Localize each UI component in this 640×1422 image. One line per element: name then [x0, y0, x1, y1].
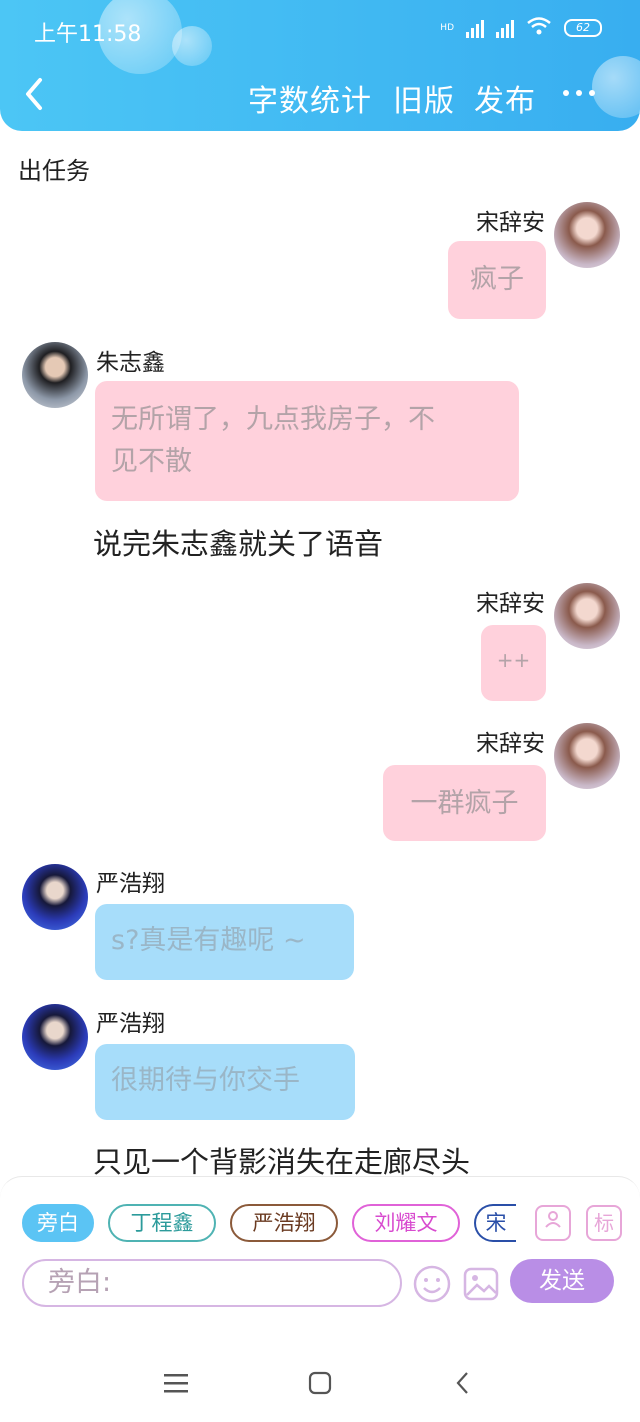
back-button[interactable] [20, 74, 50, 114]
decor-bubble [172, 26, 212, 66]
sender-name: 朱志鑫 [96, 350, 165, 376]
back-nav-icon[interactable] [454, 1371, 472, 1399]
home-icon[interactable] [308, 1371, 332, 1399]
message-input[interactable]: 旁白: [22, 1259, 402, 1307]
avatar[interactable] [22, 864, 88, 930]
signal-icon [466, 18, 484, 38]
old-version-button[interactable]: 旧版 [393, 76, 455, 120]
message-bubble: 一群疯子 [383, 765, 546, 841]
chat-area: 出任务 宋辞安 疯子 朱志鑫 无所谓了，九点我房子，不 见不散 说完朱志鑫就关了… [0, 131, 640, 1176]
avatar[interactable] [22, 1004, 88, 1070]
mark-button[interactable]: 标 [586, 1205, 622, 1241]
battery-icon: 62 [564, 19, 602, 37]
role-manage-icon[interactable] [535, 1205, 571, 1241]
message-bubble: 无所谓了，九点我房子，不 见不散 [95, 381, 519, 501]
message-bubble: ++ [481, 625, 546, 701]
avatar[interactable] [554, 583, 620, 649]
decor-bubble [592, 56, 640, 118]
message-line: 无所谓了，九点我房子，不 [111, 404, 435, 435]
sender-name: 宋辞安 [476, 210, 545, 236]
narration-text: 说完朱志鑫就关了语音 [93, 527, 384, 561]
input-panel: 旁白 丁程鑫 严浩翔 刘耀文 宋 标 旁白: 发送 [0, 1176, 640, 1346]
sender-name: 严浩翔 [96, 871, 165, 897]
avatar[interactable] [22, 342, 88, 408]
menu-icon[interactable] [164, 1373, 188, 1399]
sender-name: 严浩翔 [96, 1011, 165, 1037]
wifi-icon [526, 16, 552, 40]
more-options-icon[interactable] [563, 90, 595, 96]
hd-label: HD [440, 23, 454, 33]
status-time: 上午11:58 [34, 22, 142, 47]
message-line: 见不散 [111, 446, 192, 477]
role-chip-narrator[interactable]: 旁白 [22, 1204, 94, 1242]
publish-button[interactable]: 发布 [474, 76, 536, 120]
top-header: 上午11:58 HD 62 字数统计 旧版 发布 [0, 0, 640, 131]
avatar[interactable] [554, 723, 620, 789]
narration-text: 只见一个背影消失在走廊尽头 [93, 1145, 471, 1176]
system-nav-bar [0, 1346, 640, 1422]
message-bubble: 很期待与你交手 [95, 1044, 355, 1120]
sender-name: 宋辞安 [476, 591, 545, 617]
send-button[interactable]: 发送 [510, 1259, 614, 1303]
message-bubble: 疯子 [448, 241, 546, 319]
message-bubble: s?真是有趣呢 ~ [95, 904, 354, 980]
role-chip[interactable]: 丁程鑫 [108, 1204, 216, 1242]
narration-text: 出任务 [18, 157, 90, 185]
emoji-icon[interactable] [412, 1264, 452, 1304]
signal-icon [496, 18, 514, 38]
role-chip[interactable]: 宋 [474, 1204, 516, 1242]
status-icons: HD 62 [440, 16, 602, 40]
role-chip[interactable]: 严浩翔 [230, 1204, 338, 1242]
avatar[interactable] [554, 202, 620, 268]
word-count-button[interactable]: 字数统计 [248, 76, 372, 120]
role-chip[interactable]: 刘耀文 [352, 1204, 460, 1242]
image-icon[interactable] [461, 1264, 501, 1304]
sender-name: 宋辞安 [476, 731, 545, 757]
